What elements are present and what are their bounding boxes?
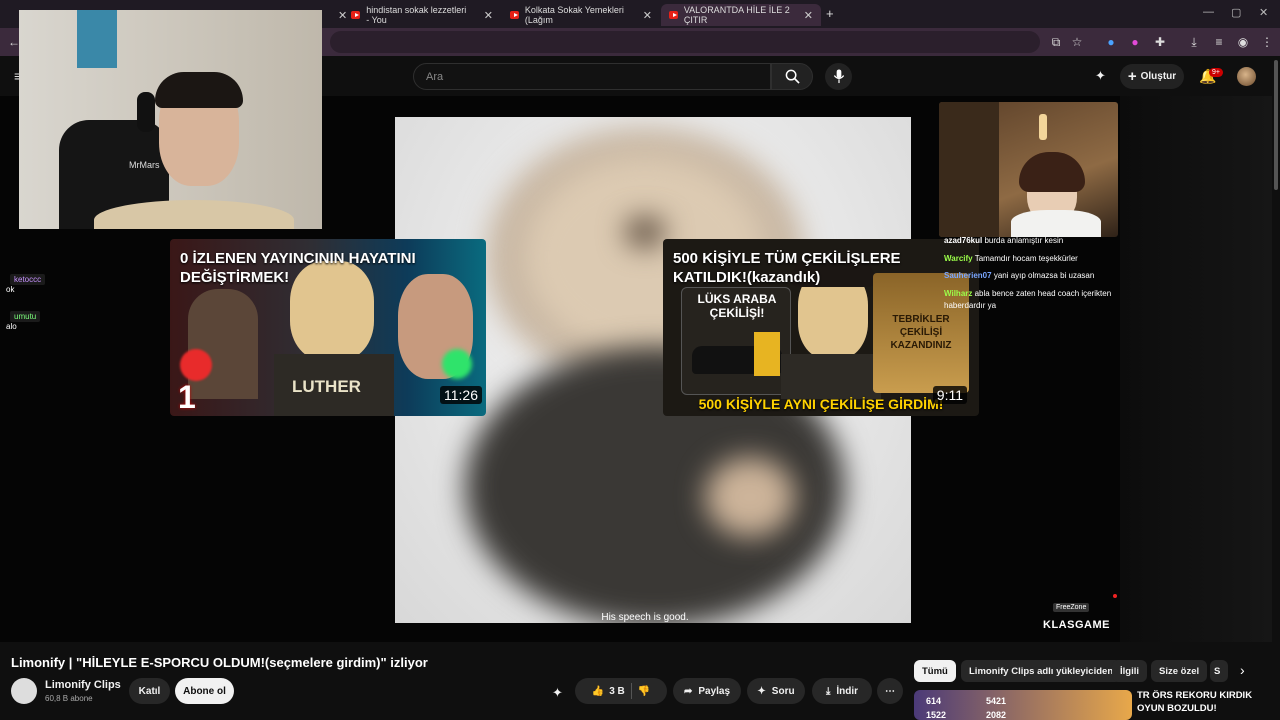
scrollbar-thumb[interactable] — [1274, 60, 1278, 190]
account-avatar[interactable] — [1237, 67, 1256, 86]
sponsor-logo: KLASGAME — [1043, 619, 1110, 631]
recommended-title[interactable]: TR ÖRS REKORU KIRDIK OYUN BOZULDU! — [1137, 689, 1267, 715]
chat-message: alo — [6, 322, 17, 331]
chat-line: Warcify Tamamdır hocam teşekkürler — [944, 254, 1078, 263]
download-button[interactable]: ⤓ İndir — [812, 678, 872, 704]
create-label: Oluştur — [1140, 71, 1177, 82]
omnibox[interactable] — [330, 31, 1040, 53]
extension-icon-2[interactable]: ● — [1127, 34, 1143, 50]
thumb-title: 500 KİŞİYLE TÜM ÇEKİLİŞLERE KATILDIK!(ka… — [673, 250, 901, 286]
ask-button[interactable]: ✦ Soru — [747, 678, 805, 704]
minimize-icon[interactable]: — — [1203, 6, 1214, 18]
share-button[interactable]: ➦ Paylaş — [673, 678, 741, 704]
like-button[interactable]: 👍 3 B — [592, 686, 625, 697]
youtube-icon — [351, 11, 361, 19]
lamp — [1039, 114, 1047, 140]
tab-title: Kolkata Sokak Yemekleri (Lağım — [524, 5, 624, 25]
mic-icon — [833, 69, 844, 84]
video-title: Limonify | "HİLEYLE E-SPORCU OLDUM!(seçm… — [11, 655, 428, 670]
new-tab-button[interactable]: + — [826, 6, 834, 21]
stream-side-panel — [1120, 96, 1272, 642]
share-icon: ➦ — [683, 685, 693, 697]
close-icon[interactable]: ✕ — [484, 9, 493, 22]
create-clip-icon[interactable]: ✦ — [1095, 68, 1106, 84]
join-button[interactable]: Katıl — [129, 678, 170, 704]
search-icon — [785, 69, 800, 84]
thumbs-down-icon: 👎 — [637, 685, 651, 697]
media-icon[interactable]: ≡ — [1211, 34, 1227, 50]
create-button[interactable]: + Oluştur — [1120, 64, 1184, 89]
chevron-right-icon[interactable]: › — [1240, 662, 1245, 678]
extension-icon[interactable]: ● — [1103, 34, 1119, 50]
rank-number: 1 — [178, 379, 196, 415]
window-close-icon[interactable]: ✕ — [1259, 6, 1268, 19]
tab-2[interactable]: Kolkata Sokak Yemekleri (Lağım ✕ — [502, 4, 660, 26]
youtube-icon — [669, 11, 678, 19]
chip-all[interactable]: Tümü — [914, 660, 956, 682]
profile-icon[interactable]: ◉ — [1235, 34, 1251, 50]
wall-poster — [77, 10, 117, 68]
subscriber-count: 60,8 B abone — [45, 694, 93, 703]
extensions-puzzle-icon[interactable]: ✚ — [1152, 34, 1168, 50]
sparkle-icon: ✦ — [757, 685, 766, 697]
gold-bar — [754, 332, 780, 376]
chat-message: ok — [6, 285, 15, 294]
chair-logo-text: MrMars — [129, 160, 160, 170]
chat-username: ketoccc — [10, 269, 46, 287]
channel-name[interactable]: Limonify Clips — [45, 679, 121, 691]
chat-line: Sauherien07 yani ayıp olmazsa bi uzasan — [944, 271, 1095, 280]
sponsor-tag: FreeZone — [1053, 603, 1090, 612]
car-card: LÜKS ARABA ÇEKİLİŞİ! — [681, 287, 791, 395]
thumb-title: 0 İZLENEN YAYINCININ HAYATINI DEĞİŞTİRME… — [180, 250, 416, 286]
search-button[interactable] — [771, 63, 813, 90]
duration-badge: 11:26 — [440, 386, 482, 404]
browser-menu-icon[interactable]: ⋮ — [1259, 34, 1275, 50]
youtube-icon — [510, 11, 519, 19]
thumb-center-label: LUTHER — [292, 377, 361, 396]
tab-title: VALORANTDA HİLE İLE 2 ÇITIR — [683, 5, 790, 25]
chip-related[interactable]: İlgili — [1112, 660, 1147, 682]
tab-title: hindistan sokak lezzetleri - You — [366, 5, 467, 25]
subscribe-button[interactable]: Abone ol — [175, 678, 234, 704]
like-count: 3 B — [609, 685, 625, 697]
search-input[interactable]: Ara — [413, 63, 771, 90]
guest-webcam — [939, 102, 1118, 237]
video-thumbnail[interactable]: LÜKS ARABA ÇEKİLİŞİ! TEBRİKLER ÇEKİLİŞİ … — [663, 239, 979, 416]
download-icon: ⤓ — [825, 685, 831, 697]
cast-icon[interactable]: ⧉ — [1048, 34, 1064, 50]
chat-line: Wilharz abla bence zaten head coach içer… — [944, 289, 1112, 310]
duration-badge: 9:11 — [932, 386, 967, 404]
tab-1[interactable]: hindistan sokak lezzetleri - You ✕ — [343, 4, 501, 26]
dislike-button[interactable]: 👎 — [638, 686, 650, 697]
plus-icon: + — [1127, 68, 1137, 85]
thumb-bottom-text: 500 KİŞİYLE AYNI ÇEKİLİŞE GİRDİM! — [698, 396, 944, 412]
like-dislike-group: 👍 3 B 👎 — [575, 678, 667, 704]
tab-3-active[interactable]: VALORANTDA HİLE İLE 2 ÇITIR ✕ — [661, 4, 821, 26]
download-icon[interactable]: ⤓ — [1186, 34, 1202, 50]
recommended-thumbnail[interactable]: 614 5421 1522 2082 — [914, 690, 1132, 720]
chip-uploader[interactable]: Limonify Clips adlı yükleyiciden — [961, 660, 1122, 682]
video-thumbnail[interactable]: LUTHER 1 0 İZLENEN YAYINCININ HAYATINI D… — [170, 239, 486, 416]
close-icon[interactable]: ✕ — [804, 9, 813, 22]
maximize-icon[interactable]: ▢ — [1231, 6, 1241, 19]
close-icon[interactable]: ✕ — [643, 9, 652, 22]
chip-for-you[interactable]: Size özel — [1151, 660, 1208, 682]
bookmark-star-icon[interactable]: ☆ — [1069, 34, 1085, 50]
notification-badge: 9+ — [1209, 68, 1223, 77]
voice-search-button[interactable] — [825, 63, 852, 90]
clip-icon[interactable]: ✦ — [552, 685, 563, 701]
headphones-icon — [137, 92, 155, 132]
caption-text: His speech is good. — [601, 612, 689, 623]
chip-more[interactable]: S — [1210, 660, 1228, 682]
live-dot — [1113, 594, 1117, 598]
streamer-webcam: MrMars — [19, 10, 322, 229]
channel-avatar[interactable] — [11, 678, 37, 704]
thumbs-up-icon: 👍 — [591, 685, 605, 697]
more-actions-icon[interactable]: ⋯ — [877, 678, 903, 704]
chat-line: azad76kul burda anlamıştır kesin — [944, 236, 1064, 245]
